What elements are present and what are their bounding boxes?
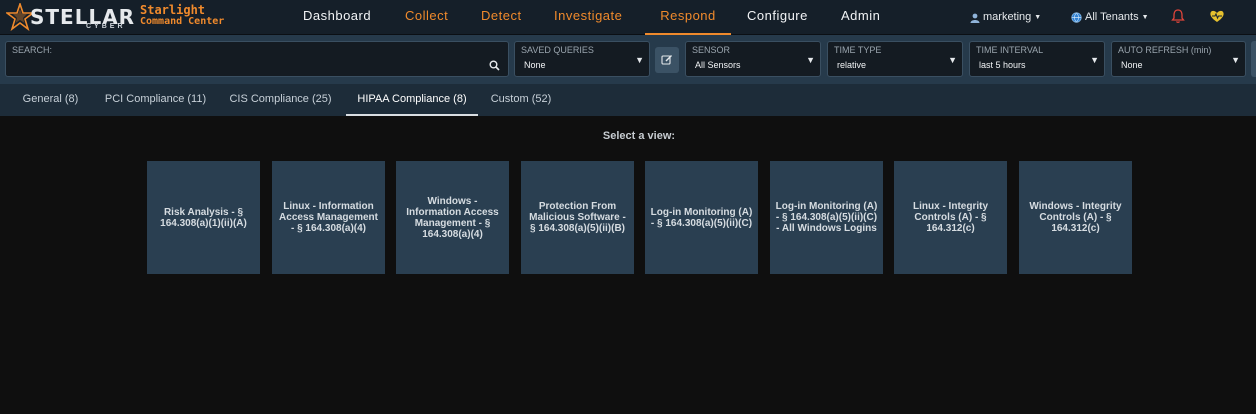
time-interval-label: TIME INTERVAL [976, 45, 1044, 55]
dropdown-arrow-icon: ▼ [806, 55, 815, 65]
select-view-prompt: Select a view: [602, 130, 676, 142]
nav-collect[interactable]: Collect [405, 0, 448, 35]
search-icon[interactable] [489, 60, 500, 71]
stellar-cyber-logo[interactable]: STELLAR CYBER [6, 2, 134, 32]
nav-investigate[interactable]: Investigate [554, 0, 622, 35]
saved-queries-select[interactable]: SAVED QUERIES None ▼ [514, 41, 650, 77]
view-card[interactable]: Log-in Monitoring (A) - § 164.308(a)(5)(… [770, 161, 883, 274]
health-heart-icon[interactable] [1209, 8, 1225, 24]
sensor-value: All Sensors [695, 60, 741, 70]
view-card[interactable]: Windows - Information Access Management … [396, 161, 509, 274]
view-card[interactable]: Log-in Monitoring (A) - § 164.308(a)(5)(… [645, 161, 758, 274]
time-type-select[interactable]: TIME TYPE relative ▼ [827, 41, 963, 77]
product-name-line1: Starlight [140, 3, 206, 17]
logo-subtext: CYBER [86, 23, 126, 30]
time-interval-select[interactable]: TIME INTERVAL last 5 hours ▼ [969, 41, 1105, 77]
dropdown-arrow-icon: ▼ [1231, 55, 1240, 65]
dropdown-arrow-icon: ▼ [635, 55, 644, 65]
product-name-line2: Command Center [140, 16, 225, 27]
view-card[interactable]: Linux - Information Access Management - … [272, 161, 385, 274]
view-card[interactable]: Protection From Malicious Software - § 1… [521, 161, 634, 274]
user-menu[interactable]: marketing ▼ [970, 0, 1041, 35]
tab-cis-compliance[interactable]: CIS Compliance (25) [222, 84, 339, 116]
tenant-name: All Tenants [1085, 11, 1139, 23]
globe-icon [1071, 12, 1082, 23]
edit-query-button[interactable] [655, 47, 679, 73]
saved-queries-label: SAVED QUERIES [521, 45, 594, 55]
view-card[interactable]: Windows - Integrity Controls (A) - § 164… [1019, 161, 1132, 274]
auto-refresh-value: None [1121, 60, 1143, 70]
chevron-down-icon: ▼ [1034, 14, 1042, 21]
dropdown-arrow-icon: ▼ [948, 55, 957, 65]
chevron-down-icon: ▼ [1141, 14, 1149, 21]
auto-refresh-label: AUTO REFRESH (min) [1118, 45, 1212, 55]
bell-icon[interactable] [1170, 8, 1186, 24]
filter-bar: SEARCH: SAVED QUERIES None ▼ SENSOR All … [0, 35, 1256, 84]
user-name: marketing [983, 11, 1032, 23]
sensor-select[interactable]: SENSOR All Sensors ▼ [685, 41, 821, 77]
view-category-tabs: General (8) PCI Compliance (11) CIS Comp… [0, 84, 1256, 116]
view-card[interactable]: Risk Analysis - § 164.308(a)(1)(ii)(A) [147, 161, 260, 274]
tenant-menu[interactable]: All Tenants ▼ [1071, 0, 1149, 35]
tab-hipaa-compliance[interactable]: HIPAA Compliance (8) [346, 84, 478, 116]
top-navigation-bar: STELLAR CYBER Starlight Command Center D… [0, 0, 1256, 35]
tab-general[interactable]: General (8) [11, 84, 90, 116]
view-card[interactable]: Linux - Integrity Controls (A) - § 164.3… [894, 161, 1007, 274]
tab-custom[interactable]: Custom (52) [482, 84, 560, 116]
saved-queries-value: None [524, 60, 546, 70]
nav-configure[interactable]: Configure [747, 0, 808, 35]
overflow-button-edge[interactable] [1251, 41, 1256, 77]
time-interval-value: last 5 hours [979, 60, 1026, 70]
edit-icon [661, 55, 672, 65]
search-input[interactable]: SEARCH: [5, 41, 509, 77]
nav-dashboard[interactable]: Dashboard [303, 0, 371, 35]
time-type-value: relative [837, 60, 867, 70]
search-label: SEARCH: [12, 45, 53, 55]
nav-detect[interactable]: Detect [481, 0, 522, 35]
user-icon [970, 13, 980, 23]
tab-pci-compliance[interactable]: PCI Compliance (11) [97, 84, 214, 116]
dropdown-arrow-icon: ▼ [1090, 55, 1099, 65]
auto-refresh-select[interactable]: AUTO REFRESH (min) None ▼ [1111, 41, 1246, 77]
sensor-label: SENSOR [692, 45, 731, 55]
time-type-label: TIME TYPE [834, 45, 882, 55]
product-name: Starlight Command Center [140, 4, 224, 28]
nav-admin[interactable]: Admin [841, 0, 880, 35]
nav-respond[interactable]: Respond [645, 0, 731, 35]
